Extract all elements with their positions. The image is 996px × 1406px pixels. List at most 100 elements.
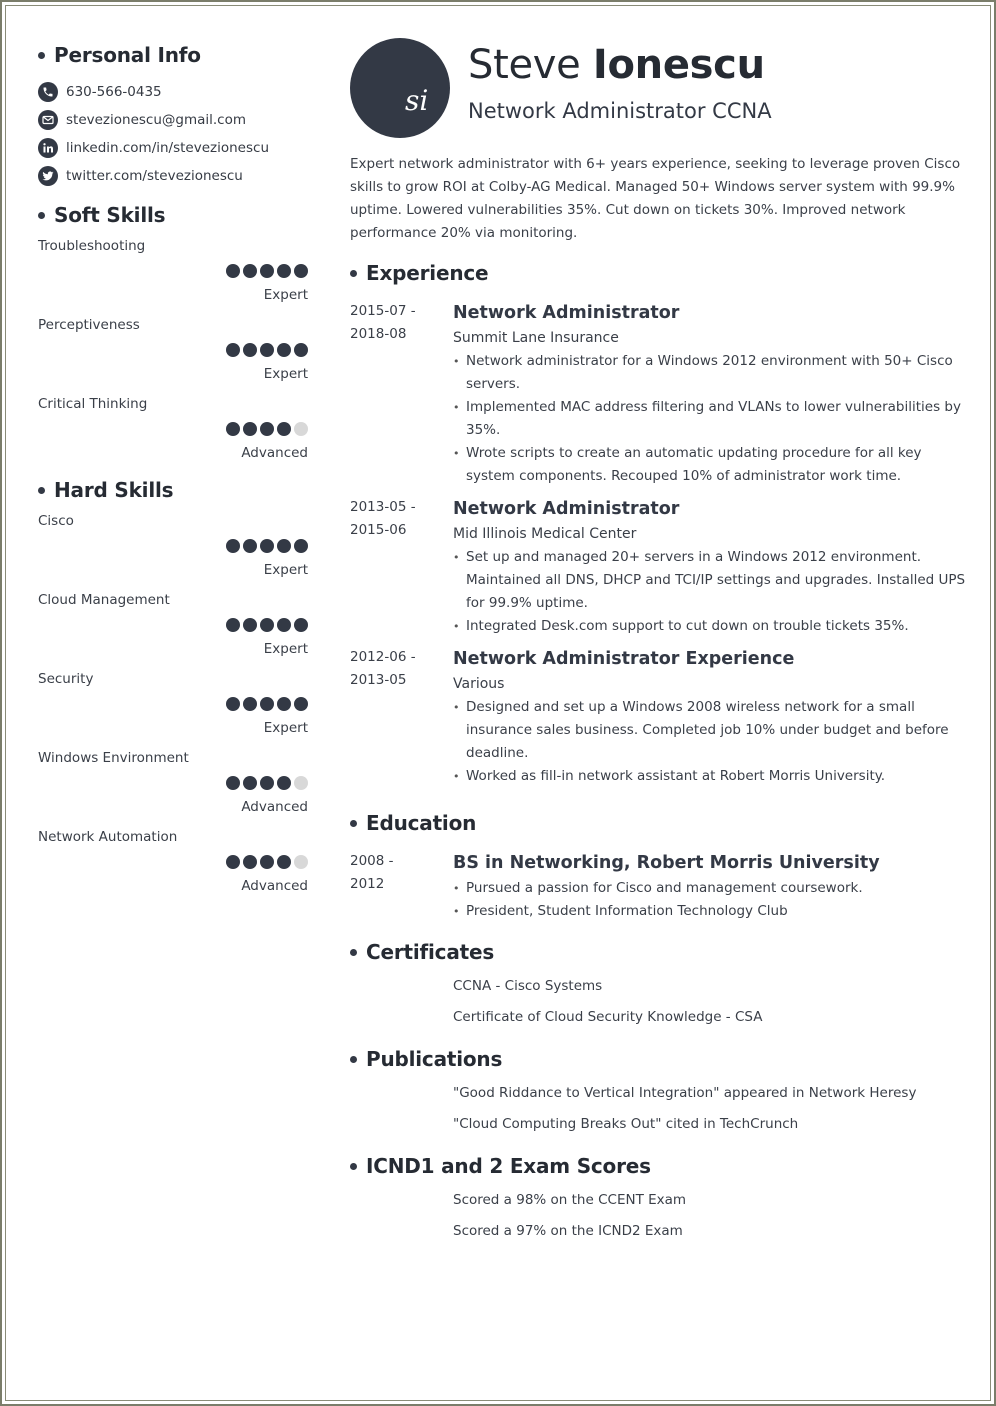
rating-dot-filled xyxy=(260,697,274,711)
heading-text: Experience xyxy=(366,261,489,285)
skill-name: Troubleshooting xyxy=(38,238,146,254)
rating-dot-filled xyxy=(243,697,257,711)
date-end: 2013-05 xyxy=(350,672,407,688)
entry-organization: Summit Lane Insurance xyxy=(453,330,619,346)
rating-dot-filled xyxy=(243,776,257,790)
rating-dot-filled xyxy=(243,539,257,553)
date-end: 2012 xyxy=(350,876,385,892)
rating-dot-filled xyxy=(260,264,274,278)
entry-title: Network Administrator Experience xyxy=(453,649,795,669)
rating-dot-filled xyxy=(260,422,274,436)
skill-rating xyxy=(226,264,308,278)
hard-skills-list: Cisco Expert Cloud Management Expert Securit… xyxy=(38,509,310,904)
experience-heading: Experience xyxy=(350,258,970,288)
rating-dot-filled xyxy=(226,422,240,436)
bullet-item: Implemented MAC address filtering and VL… xyxy=(453,396,970,442)
skill-item: Network Automation Advanced xyxy=(38,825,310,904)
bullet-icon xyxy=(38,211,45,219)
bullet-item: Designed and set up a Windows 2008 wirel… xyxy=(453,696,970,765)
rating-dot-filled xyxy=(260,539,274,553)
rating-dot-empty xyxy=(294,855,308,869)
skill-rating xyxy=(226,422,308,436)
skill-level: Expert xyxy=(263,562,308,578)
email-text: stevezionescu@gmail.com xyxy=(66,112,247,128)
date-range: 2012-06 - 2013-05 xyxy=(350,646,440,692)
date-start: 2015-07 - xyxy=(350,303,416,319)
contact-phone[interactable]: 630-566-0435 xyxy=(38,78,310,106)
bullet-list: Designed and set up a Windows 2008 wirel… xyxy=(453,696,970,788)
skill-level: Advanced xyxy=(241,878,308,894)
heading-text: Hard Skills xyxy=(54,478,174,502)
experience-entry: 2015-07 - 2018-08 Network Administrator Sum… xyxy=(350,300,970,488)
skill-rating xyxy=(226,776,308,790)
sidebar: Personal Info 630-566-0435 stevezionescu… xyxy=(38,40,310,904)
contact-linkedin[interactable]: linkedin.com/in/stevezionescu xyxy=(38,134,310,162)
bullet-item: Worked as fill-in network assistant at R… xyxy=(453,765,970,788)
skill-item: Security Expert xyxy=(38,667,310,746)
bullet-item: Set up and managed 20+ servers in a Wind… xyxy=(453,546,970,615)
rating-dot-filled xyxy=(260,776,274,790)
rating-dot-filled xyxy=(243,343,257,357)
certificates-heading: Certificates xyxy=(350,937,970,967)
rating-dot-filled xyxy=(277,855,291,869)
exam-scores-heading: ICND1 and 2 Exam Scores xyxy=(350,1151,970,1181)
education-section: Education 2008 - 2012 BS in Networking, Ro… xyxy=(350,808,970,923)
email-icon xyxy=(38,110,58,130)
rating-dot-filled xyxy=(226,697,240,711)
date-range: 2008 - 2012 xyxy=(350,850,440,896)
publication-item: "Cloud Computing Breaks Out" cited in Te… xyxy=(453,1116,799,1132)
skill-item: Cloud Management Expert xyxy=(38,588,310,667)
bullet-list: Pursued a passion for Cisco and manageme… xyxy=(453,877,970,923)
job-title: Network Administrator CCNA xyxy=(468,99,772,123)
publications-heading: Publications xyxy=(350,1044,970,1074)
skill-name: Perceptiveness xyxy=(38,317,140,333)
rating-dot-filled xyxy=(277,343,291,357)
avatar-initials: si xyxy=(405,84,429,117)
skill-rating xyxy=(226,618,308,632)
heading-text: Education xyxy=(366,811,477,835)
exam-scores-list: Scored a 98% on the CCENT Exam Scored a … xyxy=(350,1185,970,1247)
skill-item: Windows Environment Advanced xyxy=(38,746,310,825)
heading-text: Certificates xyxy=(366,940,495,964)
rating-dot-filled xyxy=(243,422,257,436)
twitter-text: twitter.com/stevezionescu xyxy=(66,168,243,184)
skill-level: Advanced xyxy=(241,445,308,461)
certificates-list: CCNA - Cisco Systems Certificate of Clou… xyxy=(350,971,970,1033)
heading-text: Soft Skills xyxy=(54,203,166,227)
skill-rating xyxy=(226,539,308,553)
skill-name: Cisco xyxy=(38,513,74,529)
skill-level: Expert xyxy=(263,641,308,657)
rating-dot-filled xyxy=(226,618,240,632)
skill-name: Network Automation xyxy=(38,829,178,845)
certificate-item: Certificate of Cloud Security Knowledge … xyxy=(453,1009,763,1025)
date-range: 2013-05 - 2015-06 xyxy=(350,496,440,542)
rating-dot-filled xyxy=(294,264,308,278)
rating-dot-filled xyxy=(226,539,240,553)
date-range: 2015-07 - 2018-08 xyxy=(350,300,440,346)
exam-score-item: Scored a 97% on the ICND2 Exam xyxy=(453,1223,683,1239)
last-name: Ionescu xyxy=(592,42,765,88)
rating-dot-filled xyxy=(277,776,291,790)
heading-text: Publications xyxy=(366,1047,503,1071)
skill-name: Cloud Management xyxy=(38,592,170,608)
entry-body: Network Administrator Experience Various D… xyxy=(453,646,970,788)
bullet-item: Wrote scripts to create an automatic upd… xyxy=(453,442,970,488)
rating-dot-filled xyxy=(226,776,240,790)
contact-twitter[interactable]: twitter.com/stevezionescu xyxy=(38,162,310,190)
rating-dot-empty xyxy=(294,776,308,790)
rating-dot-filled xyxy=(277,618,291,632)
candidate-name: Steve Ionescu xyxy=(468,42,765,88)
bullet-icon xyxy=(350,948,357,956)
linkedin-text: linkedin.com/in/stevezionescu xyxy=(66,140,270,156)
rating-dot-filled xyxy=(294,697,308,711)
linkedin-icon xyxy=(38,138,58,158)
skill-name: Security xyxy=(38,671,94,687)
rating-dot-filled xyxy=(277,422,291,436)
certificate-item: CCNA - Cisco Systems xyxy=(453,978,603,994)
bullet-item: Network administrator for a Windows 2012… xyxy=(453,350,970,396)
twitter-icon xyxy=(38,166,58,186)
contact-email[interactable]: stevezionescu@gmail.com xyxy=(38,106,310,134)
rating-dot-filled xyxy=(294,343,308,357)
bullet-icon xyxy=(38,486,45,494)
rating-dot-filled xyxy=(260,855,274,869)
